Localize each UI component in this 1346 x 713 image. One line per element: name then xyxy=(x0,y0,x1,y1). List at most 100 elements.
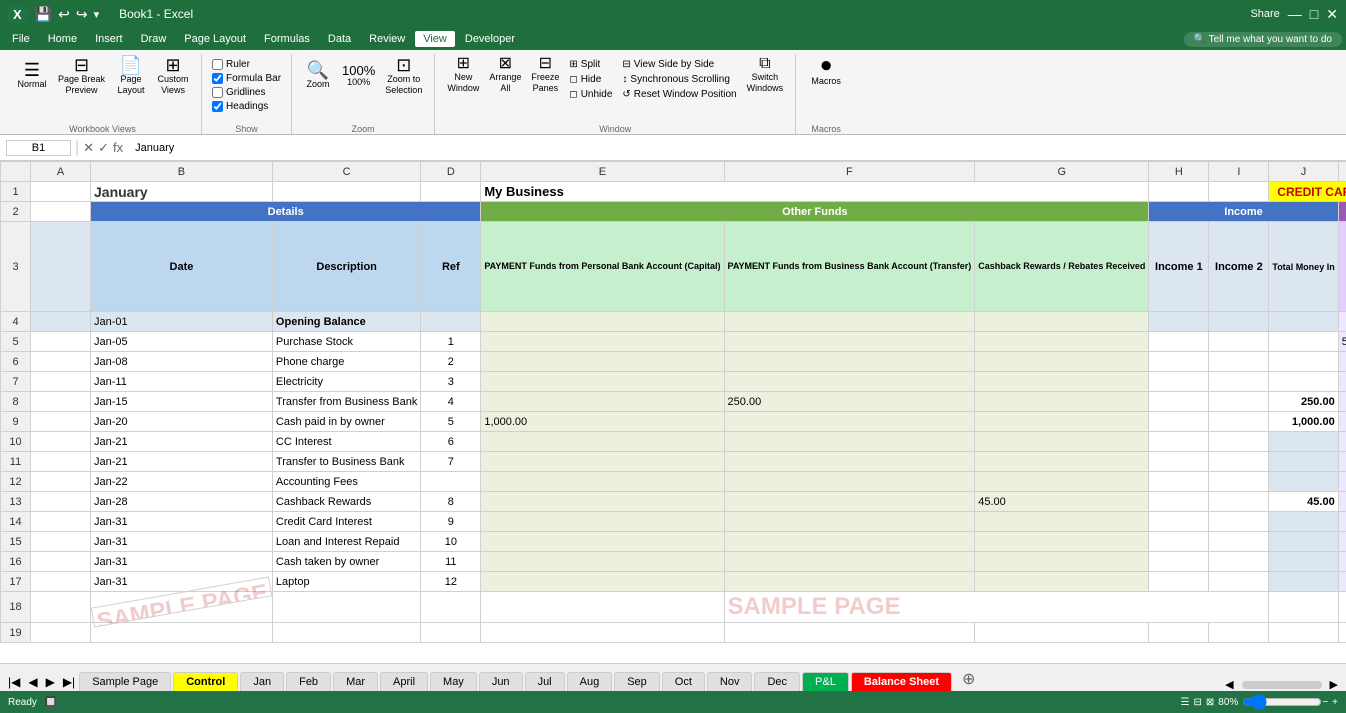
tab-nav-left-left[interactable]: |◀ xyxy=(4,673,24,691)
function-icon[interactable]: fx xyxy=(113,140,123,155)
cell-g4[interactable] xyxy=(975,312,1149,332)
cell-h17[interactable] xyxy=(1149,572,1209,592)
cell-d19[interactable] xyxy=(421,623,481,643)
cell-d9[interactable]: 5 xyxy=(421,412,481,432)
col-K[interactable]: K xyxy=(1338,162,1346,182)
view-page-btn[interactable]: ⊠ xyxy=(1206,697,1214,708)
cell-i7[interactable] xyxy=(1209,372,1269,392)
ribbon-new-window-btn[interactable]: ⊞ NewWindow xyxy=(443,54,483,96)
cell-a15[interactable] xyxy=(31,532,91,552)
cell-b5[interactable]: Jan-05 xyxy=(91,332,273,352)
cell-e5[interactable] xyxy=(481,332,724,352)
cell-j13[interactable]: 45.00 xyxy=(1269,492,1338,512)
cell-b11[interactable]: Jan-21 xyxy=(91,452,273,472)
menu-insert[interactable]: Insert xyxy=(87,31,131,47)
tab-pl[interactable]: P&L xyxy=(802,672,849,691)
redo-icon[interactable]: ↪ xyxy=(76,6,88,23)
cell-h15[interactable] xyxy=(1149,532,1209,552)
cell-a8[interactable] xyxy=(31,392,91,412)
cell-k6[interactable] xyxy=(1338,352,1346,372)
menu-review[interactable]: Review xyxy=(361,31,413,47)
cell-j17[interactable] xyxy=(1269,572,1338,592)
cell-g14[interactable] xyxy=(975,512,1149,532)
cell-g19[interactable] xyxy=(975,623,1149,643)
cell-i6[interactable] xyxy=(1209,352,1269,372)
zoom-out-btn[interactable]: − xyxy=(1322,697,1328,708)
cell-f14[interactable] xyxy=(724,512,975,532)
cell-c7[interactable]: Electricity xyxy=(272,372,420,392)
tab-jan[interactable]: Jan xyxy=(240,672,284,691)
cell-e9[interactable]: 1,000.00 xyxy=(481,412,724,432)
cell-h12[interactable] xyxy=(1149,472,1209,492)
tab-jun[interactable]: Jun xyxy=(479,672,523,691)
cell-a11[interactable] xyxy=(31,452,91,472)
cell-h1[interactable] xyxy=(1149,182,1209,202)
cell-f9[interactable] xyxy=(724,412,975,432)
cell-n18[interactable] xyxy=(1269,592,1338,623)
cell-i12[interactable] xyxy=(1209,472,1269,492)
cell-e6[interactable] xyxy=(481,352,724,372)
col-F[interactable]: F xyxy=(724,162,975,182)
ribbon-page-layout-btn[interactable]: 📄 PageLayout xyxy=(111,54,151,98)
maximize-btn[interactable]: □ xyxy=(1310,6,1318,22)
cell-i18[interactable] xyxy=(481,592,724,623)
cell-b10[interactable]: Jan-21 xyxy=(91,432,273,452)
cell-g7[interactable] xyxy=(975,372,1149,392)
cell-b19[interactable] xyxy=(91,623,273,643)
tab-may[interactable]: May xyxy=(430,672,477,691)
cell-f11[interactable] xyxy=(724,452,975,472)
col-E[interactable]: E xyxy=(481,162,724,182)
tab-dec[interactable]: Dec xyxy=(754,672,800,691)
cell-i13[interactable] xyxy=(1209,492,1269,512)
cell-e4[interactable] xyxy=(481,312,724,332)
cell-i8[interactable] xyxy=(1209,392,1269,412)
ribbon-normal-btn[interactable]: ☰ Normal xyxy=(12,59,52,92)
tab-sample-page[interactable]: Sample Page xyxy=(79,672,171,691)
gridlines-check[interactable]: Gridlines xyxy=(210,86,283,99)
scroll-bar-left[interactable]: ◀ xyxy=(1225,678,1233,691)
cell-i4[interactable] xyxy=(1209,312,1269,332)
col-B[interactable]: B xyxy=(91,162,273,182)
cell-h16[interactable] xyxy=(1149,552,1209,572)
cell-f15[interactable] xyxy=(724,532,975,552)
ribbon-split-btn[interactable]: ⊞ Split xyxy=(565,58,616,71)
cell-h6[interactable] xyxy=(1149,352,1209,372)
cell-k5[interactable]: 500.00 xyxy=(1338,332,1346,352)
cell-a9[interactable] xyxy=(31,412,91,432)
cell-g12[interactable] xyxy=(975,472,1149,492)
menu-developer[interactable]: Developer xyxy=(457,31,523,47)
cell-c5[interactable]: Purchase Stock xyxy=(272,332,420,352)
cell-a10[interactable] xyxy=(31,432,91,452)
ribbon-hide-btn[interactable]: ◻ Hide xyxy=(565,73,616,86)
ribbon-switch-windows-btn[interactable]: ⧉ SwitchWindows xyxy=(743,54,788,96)
cell-k17[interactable] xyxy=(1338,572,1346,592)
cell-k12[interactable] xyxy=(1338,472,1346,492)
gridlines-checkbox[interactable] xyxy=(212,87,223,98)
view-layout-btn[interactable]: ⊟ xyxy=(1194,697,1202,708)
cell-h18[interactable] xyxy=(421,592,481,623)
cell-b9[interactable]: Jan-20 xyxy=(91,412,273,432)
cell-c1[interactable] xyxy=(272,182,420,202)
ribbon-100-btn[interactable]: 100% 100% xyxy=(338,62,379,90)
tab-nav-left[interactable]: ◀ xyxy=(24,673,41,691)
cell-c8[interactable]: Transfer from Business Bank xyxy=(272,392,420,412)
cell-e10[interactable] xyxy=(481,432,724,452)
cell-e17[interactable] xyxy=(481,572,724,592)
cell-j5[interactable] xyxy=(1269,332,1338,352)
menu-draw[interactable]: Draw xyxy=(133,31,175,47)
cell-a5[interactable] xyxy=(31,332,91,352)
cell-g6[interactable] xyxy=(975,352,1149,372)
cell-f6[interactable] xyxy=(724,352,975,372)
col-A[interactable]: A xyxy=(31,162,91,182)
ruler-checkbox[interactable] xyxy=(212,59,223,70)
cell-k13[interactable] xyxy=(1338,492,1346,512)
cell-g5[interactable] xyxy=(975,332,1149,352)
cell-c16[interactable]: Cash taken by owner xyxy=(272,552,420,572)
cell-j10[interactable] xyxy=(1269,432,1338,452)
ribbon-freeze-panes-btn[interactable]: ⊟ FreezePanes xyxy=(527,54,563,96)
ruler-check[interactable]: Ruler xyxy=(210,58,283,71)
cell-c14[interactable]: Credit Card Interest xyxy=(272,512,420,532)
tab-aug[interactable]: Aug xyxy=(567,672,613,691)
cell-k4[interactable] xyxy=(1338,312,1346,332)
cell-d1[interactable] xyxy=(421,182,481,202)
